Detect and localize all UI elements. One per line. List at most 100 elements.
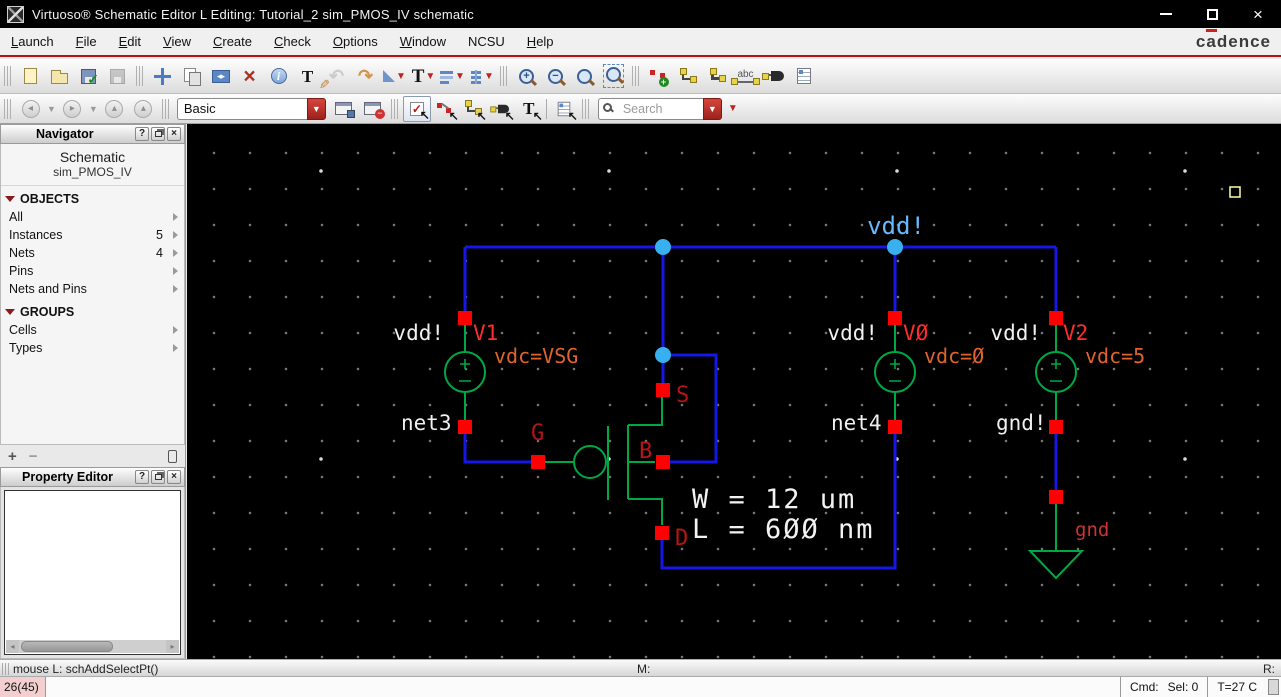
distribute-button[interactable]: ▼: [467, 63, 496, 90]
scroll-left-icon[interactable]: ◂: [6, 640, 19, 653]
open-button[interactable]: [45, 63, 74, 90]
save-button[interactable]: [103, 63, 132, 90]
tree-section-groups[interactable]: GROUPS: [1, 303, 184, 321]
property-editor-hscrollbar[interactable]: ◂ ▸: [6, 640, 179, 653]
property-editor-float-button[interactable]: [151, 470, 165, 484]
toolbar-grip[interactable]: [4, 66, 12, 86]
edit-properties-button[interactable]: T ✎: [293, 63, 330, 92]
back-button[interactable]: ◂: [16, 95, 45, 122]
new-button[interactable]: [16, 63, 45, 90]
forward-menu-arrow[interactable]: ▼: [89, 104, 98, 114]
expand-icon[interactable]: [173, 231, 178, 239]
stretch-button[interactable]: ◂▸: [206, 63, 235, 90]
query-properties-button[interactable]: i: [264, 63, 293, 90]
toolbar-grip[interactable]: [161, 98, 170, 119]
add-button[interactable]: +: [8, 448, 17, 465]
tree-item-types[interactable]: Types: [1, 339, 184, 357]
zoom-out-button[interactable]: −: [541, 63, 570, 90]
workspace-combo[interactable]: Basic ▼: [176, 97, 326, 120]
property-select-mode-button[interactable]: ↖: [550, 96, 578, 123]
text-style-button[interactable]: T ▼: [409, 63, 438, 90]
create-wide-wire-button[interactable]: [702, 63, 731, 90]
wire-select-mode-button[interactable]: ↖: [459, 96, 487, 123]
rotate-button[interactable]: ▼: [380, 63, 409, 90]
menu-window[interactable]: Window: [389, 30, 457, 53]
instance-values[interactable]: vdc=VSG vdc=Ø vdc=5: [494, 344, 1145, 368]
move-button[interactable]: [148, 63, 177, 90]
menu-help[interactable]: Help: [516, 30, 565, 53]
expand-icon[interactable]: [173, 344, 178, 352]
tree-item-all[interactable]: All: [1, 208, 184, 226]
schematic-canvas[interactable]: vdd! vdd! net3 vdd! net4 vdd! gnd! V1 VØ…: [187, 124, 1281, 659]
remove-button[interactable]: −: [29, 448, 38, 465]
toolbar-grip[interactable]: [390, 98, 399, 119]
navigator-close-button[interactable]: ×: [167, 127, 181, 141]
toolbar-grip[interactable]: [581, 98, 590, 119]
tree-item-instances[interactable]: Instances 5: [1, 226, 184, 244]
delete-button[interactable]: ×: [235, 63, 264, 90]
menu-edit[interactable]: Edit: [108, 30, 152, 53]
tree-item-pins[interactable]: Pins: [1, 262, 184, 280]
pin-select-mode-button[interactable]: ↖: [487, 96, 515, 123]
menu-file[interactable]: File: [65, 30, 108, 53]
partial-select-mode-button[interactable]: ↖: [431, 96, 459, 123]
scroll-right-icon[interactable]: ▸: [166, 640, 179, 653]
check-and-save-button[interactable]: ✓: [74, 63, 103, 90]
create-wire-name-button[interactable]: abc: [731, 63, 760, 90]
zoom-fit-button[interactable]: [570, 63, 599, 90]
navigator-help-button[interactable]: ?: [135, 127, 149, 141]
align-button[interactable]: ▼: [438, 63, 467, 90]
toolbar-grip[interactable]: [4, 98, 12, 119]
label-select-mode-button[interactable]: T ↖: [515, 96, 543, 123]
delete-workspace-button[interactable]: −: [358, 95, 387, 122]
panel-toggle-icon[interactable]: [168, 449, 177, 463]
property-editor-help-button[interactable]: ?: [135, 470, 149, 484]
menu-options[interactable]: Options: [322, 30, 389, 53]
expand-icon[interactable]: [173, 267, 178, 275]
property-editor-content[interactable]: ◂ ▸: [4, 490, 181, 655]
mosfet-parameters[interactable]: W = 12 um L = 6ØØ nm: [692, 484, 875, 545]
save-workspace-button[interactable]: [329, 95, 358, 122]
expand-icon[interactable]: [173, 285, 178, 293]
minimize-button[interactable]: [1143, 0, 1189, 28]
redo-button[interactable]: ↷: [351, 63, 380, 90]
zoom-to-selected-button[interactable]: [599, 63, 628, 90]
toolbar-grip[interactable]: [136, 66, 144, 86]
expand-icon[interactable]: [173, 249, 178, 257]
tree-section-objects[interactable]: OBJECTS: [1, 190, 184, 208]
zoom-in-button[interactable]: +: [512, 63, 541, 90]
up-button[interactable]: ▴: [100, 95, 129, 122]
menu-ncsu[interactable]: NCSU: [457, 30, 516, 53]
status-scroll-widget[interactable]: [1268, 679, 1279, 695]
maximize-button[interactable]: [1189, 0, 1235, 28]
menu-view[interactable]: View: [152, 30, 202, 53]
top-button[interactable]: ▴: [129, 95, 158, 122]
forward-button[interactable]: ▸: [58, 95, 87, 122]
expand-icon[interactable]: [173, 326, 178, 334]
tree-item-nets-and-pins[interactable]: Nets and Pins: [1, 280, 184, 298]
toolbar-grip[interactable]: [500, 66, 508, 86]
menu-launch[interactable]: Launch: [0, 30, 65, 53]
expand-icon[interactable]: [173, 213, 178, 221]
scroll-thumb[interactable]: [21, 641, 113, 652]
menu-create[interactable]: Create: [202, 30, 263, 53]
undo-button[interactable]: ↶: [322, 63, 351, 90]
menu-check[interactable]: Check: [263, 30, 322, 53]
create-pin-button[interactable]: [760, 63, 789, 90]
navigator-float-button[interactable]: [151, 127, 165, 141]
tree-item-nets[interactable]: Nets 4: [1, 244, 184, 262]
create-wire-button[interactable]: [673, 63, 702, 90]
copy-button[interactable]: [177, 63, 206, 90]
search-input[interactable]: [597, 97, 703, 120]
close-button[interactable]: ×: [1235, 0, 1281, 28]
create-note-button[interactable]: [789, 63, 818, 90]
back-menu-arrow[interactable]: ▼: [47, 104, 56, 114]
select-mode-button[interactable]: ✓ ↖: [402, 95, 431, 122]
search-dropdown-button[interactable]: ▼: [702, 97, 722, 120]
property-editor-close-button[interactable]: ×: [167, 470, 181, 484]
search-options-arrow[interactable]: ▼: [728, 103, 738, 114]
workspace-dropdown-button[interactable]: ▼: [306, 97, 326, 120]
create-instance-button[interactable]: [644, 63, 673, 90]
navigator-header[interactable]: Navigator ? ×: [0, 124, 185, 144]
toolbar-grip[interactable]: [632, 66, 640, 86]
